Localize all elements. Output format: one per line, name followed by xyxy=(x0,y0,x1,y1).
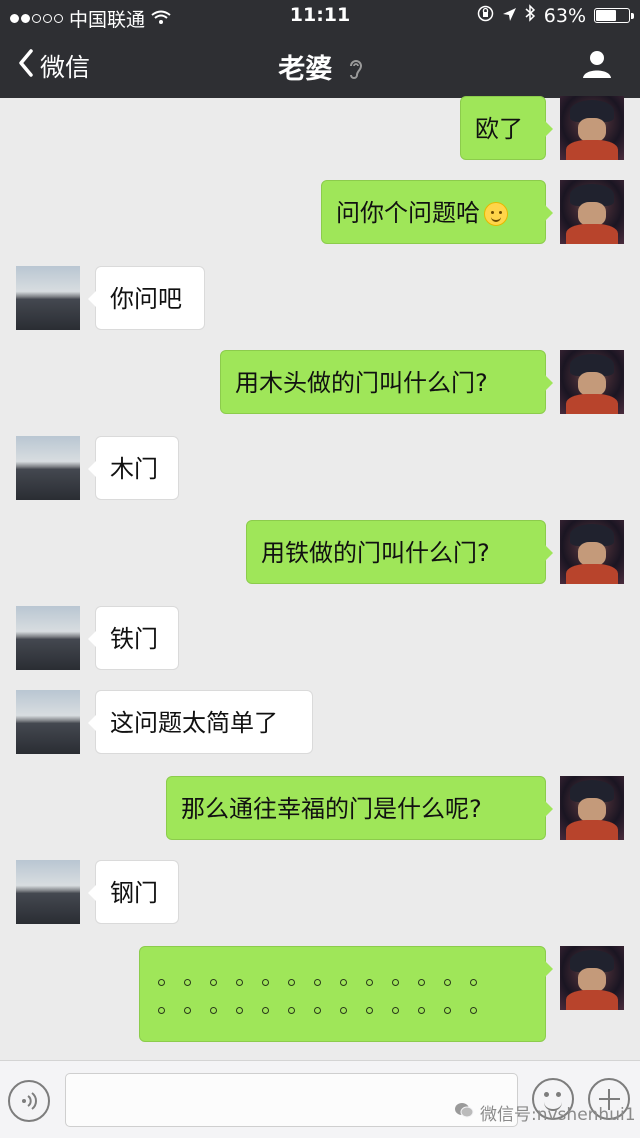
contact-avatar[interactable] xyxy=(16,690,80,754)
contact-name: 老婆 xyxy=(278,54,333,85)
location-arrow-icon xyxy=(502,5,517,27)
message-row: 你问吧 xyxy=(0,266,640,330)
ellipsis-dot xyxy=(262,1007,269,1014)
my-message-bubble[interactable]: 问你个问题哈 xyxy=(321,180,553,244)
nav-bar: 微信 老婆 xyxy=(0,32,640,98)
my-avatar[interactable] xyxy=(560,96,624,160)
message-row: 铁门 xyxy=(0,606,640,670)
message-text: 那么通往幸福的门是什么呢? xyxy=(181,795,482,823)
contact-avatar[interactable] xyxy=(16,266,80,330)
ellipsis-dot xyxy=(314,1007,321,1014)
my-message-bubble[interactable]: 。。。。。。。。。。。。。。。。。。。。。。。。。。 xyxy=(139,946,553,1042)
ellipsis-dot xyxy=(210,979,217,986)
message-text: 钢门 xyxy=(110,879,158,907)
message-text: 用铁做的门叫什么门? xyxy=(261,539,490,567)
ellipsis-dot xyxy=(288,1007,295,1014)
ellipsis-dot xyxy=(236,979,243,986)
contact-message-bubble[interactable]: 钢门 xyxy=(88,860,179,924)
ellipsis-dot xyxy=(340,1007,347,1014)
input-bar xyxy=(0,1060,640,1138)
message-text: 。。。。。。。。。。。。。。。。。。。。。。。。。。 xyxy=(140,947,141,948)
contact-profile-button[interactable] xyxy=(582,50,612,82)
ellipsis-dot xyxy=(158,979,165,986)
contact-message-bubble[interactable]: 铁门 xyxy=(88,606,179,670)
message-row: 这问题太简单了 xyxy=(0,690,640,754)
rotation-lock-icon xyxy=(477,5,494,27)
wechat-logo-icon xyxy=(454,1102,474,1124)
bluetooth-icon xyxy=(525,4,536,27)
battery-percent: 63% xyxy=(543,4,586,27)
message-row: 问你个问题哈 xyxy=(0,180,640,244)
ellipsis-dots xyxy=(158,1007,477,1014)
ellipsis-dot xyxy=(470,979,477,986)
contact-message-bubble[interactable]: 这问题太简单了 xyxy=(88,690,313,754)
my-avatar[interactable] xyxy=(560,776,624,840)
my-avatar[interactable] xyxy=(560,180,624,244)
watermark-text: 微信号:nvshenhui1 xyxy=(480,1105,636,1125)
ellipsis-dot xyxy=(262,979,269,986)
battery-icon xyxy=(594,8,634,23)
ellipsis-dot xyxy=(392,979,399,986)
message-text: 用木头做的门叫什么门? xyxy=(235,369,488,397)
my-message-bubble[interactable]: 用铁做的门叫什么门? xyxy=(246,520,553,584)
ellipsis-dot xyxy=(158,1007,165,1014)
contact-message-bubble[interactable]: 木门 xyxy=(88,436,179,500)
message-row: 欧了 xyxy=(0,96,640,160)
smile-emoji-icon xyxy=(484,202,508,226)
my-avatar[interactable] xyxy=(560,350,624,414)
ellipsis-dot xyxy=(366,1007,373,1014)
contact-avatar[interactable] xyxy=(16,606,80,670)
ellipsis-dot xyxy=(418,1007,425,1014)
ellipsis-dot xyxy=(314,979,321,986)
my-avatar[interactable] xyxy=(560,520,624,584)
message-row: 用木头做的门叫什么门? xyxy=(0,350,640,414)
ellipsis-dot xyxy=(288,979,295,986)
voice-icon xyxy=(22,1092,37,1110)
message-row: 钢门 xyxy=(0,860,640,924)
ellipsis-dot xyxy=(210,1007,217,1014)
message-text: 这问题太简单了 xyxy=(110,709,278,737)
ellipsis-dot xyxy=(236,1007,243,1014)
ellipsis-dot xyxy=(392,1007,399,1014)
ellipsis-dot xyxy=(444,979,451,986)
my-message-bubble[interactable]: 欧了 xyxy=(460,96,553,160)
message-input[interactable] xyxy=(65,1073,518,1127)
ellipsis-dot xyxy=(184,979,191,986)
ellipsis-dot xyxy=(340,979,347,986)
my-message-bubble[interactable]: 用木头做的门叫什么门? xyxy=(220,350,553,414)
contact-avatar[interactable] xyxy=(16,860,80,924)
chat-title: 老婆 xyxy=(0,47,640,86)
watermark: 微信号:nvshenhui1 xyxy=(454,1100,636,1125)
contact-message-bubble[interactable]: 你问吧 xyxy=(88,266,205,330)
voice-input-button[interactable] xyxy=(8,1080,50,1122)
message-row: 用铁做的门叫什么门? xyxy=(0,520,640,584)
ellipsis-dot xyxy=(444,1007,451,1014)
ellipsis-dots xyxy=(158,979,477,986)
ellipsis-dot xyxy=(366,979,373,986)
message-text: 问你个问题哈 xyxy=(336,199,480,227)
my-avatar[interactable] xyxy=(560,946,624,1010)
ellipsis-dot xyxy=(418,979,425,986)
ellipsis-dot xyxy=(184,1007,191,1014)
message-text: 欧了 xyxy=(475,115,523,143)
message-row: 那么通往幸福的门是什么呢? xyxy=(0,776,640,840)
ellipsis-dot xyxy=(470,1007,477,1014)
person-icon xyxy=(583,51,611,78)
contact-avatar[interactable] xyxy=(16,436,80,500)
message-text: 你问吧 xyxy=(110,285,182,313)
my-message-bubble[interactable]: 那么通往幸福的门是什么呢? xyxy=(166,776,553,840)
earpiece-mode-icon xyxy=(348,59,362,83)
message-text: 铁门 xyxy=(110,625,158,653)
message-row: 木门 xyxy=(0,436,640,500)
status-bar: 中国联通 11:11 63% xyxy=(0,0,640,32)
message-text: 木门 xyxy=(110,455,158,483)
